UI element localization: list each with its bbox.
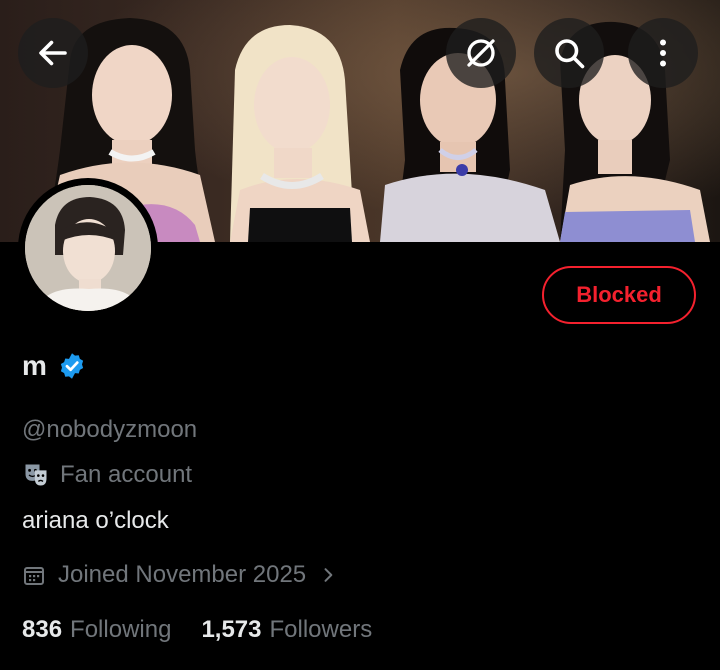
followers-count[interactable]: 1,573 [201, 616, 261, 644]
profile-category: Fan account [22, 461, 192, 489]
back-button[interactable] [18, 18, 88, 88]
calendar-icon [24, 567, 44, 585]
search-button[interactable] [534, 18, 604, 88]
display-name-row: m [22, 350, 87, 382]
display-name: m [22, 350, 47, 381]
verified-badge-icon[interactable] [57, 351, 87, 381]
user-handle: @nobodyzmoon [22, 416, 198, 443]
translate-toggle-button[interactable] [446, 18, 516, 88]
more-options-button[interactable] [628, 18, 698, 88]
joined-date-row[interactable]: Joined November 2025 [22, 561, 338, 589]
search-icon [555, 39, 585, 69]
followers-label[interactable]: Followers [270, 616, 373, 644]
avatar-photo [25, 185, 151, 311]
profile-category-label: Fan account [60, 461, 193, 488]
following-label[interactable]: Following [70, 616, 171, 644]
theater-masks-icon [25, 464, 47, 486]
follow-stats: 836 Following 1,573 Followers [22, 616, 402, 644]
blocked-button-label: Blocked [576, 282, 662, 307]
joined-date-label: Joined November 2025 [58, 561, 307, 588]
profile-bio: ariana o’clock [22, 507, 169, 534]
blocked-button[interactable]: Blocked [542, 266, 696, 324]
more-vertical-icon [660, 39, 666, 67]
arrow-left-icon [39, 40, 67, 66]
profile-avatar[interactable] [18, 178, 158, 318]
chevron-right-icon [324, 568, 333, 582]
following-count[interactable]: 836 [22, 616, 62, 644]
no-translate-icon [467, 39, 495, 67]
